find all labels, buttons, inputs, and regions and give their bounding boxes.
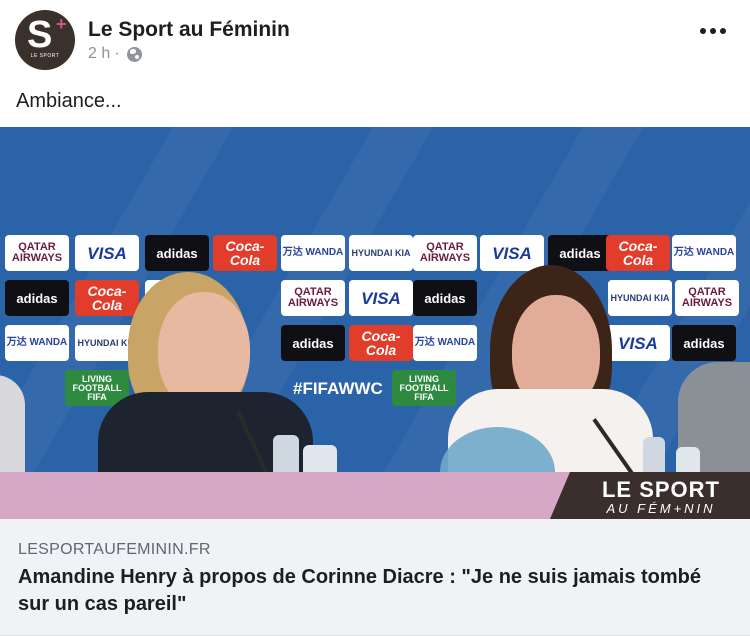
sponsor-logo: adidas: [145, 235, 209, 271]
link-preview-card[interactable]: LESPORTAUFEMININ.FR Amandine Henry à pro…: [0, 519, 750, 636]
sponsor-logo: 万达 WANDA: [281, 235, 345, 271]
sponsor-logo: QATAR AIRWAYS: [413, 235, 477, 271]
page-name-link[interactable]: Le Sport au Féminin: [88, 18, 290, 42]
sponsor-logo: HYUNDAI KIA: [608, 280, 672, 316]
hashtag-text: #FIFAWWC: [293, 379, 383, 398]
sponsor-logo: adidas: [281, 325, 345, 361]
more-dot: [700, 28, 706, 34]
sponsor-logo: Coca-Cola: [75, 280, 139, 316]
sponsor-logo: QATAR AIRWAYS: [675, 280, 739, 316]
sponsor-logo: Coca-Cola: [349, 325, 413, 361]
post-header: S + LE SPORT Le Sport au Féminin 2 h ·: [0, 0, 750, 80]
link-domain: LESPORTAUFEMININ.FR: [18, 541, 211, 558]
sponsor-logo: 万达 WANDA: [5, 325, 69, 361]
globe-icon: [126, 46, 142, 62]
more-dot: [710, 28, 716, 34]
page-avatar[interactable]: S + LE SPORT: [15, 10, 75, 70]
sponsor-logo: HYUNDAI KIA: [349, 235, 413, 271]
meta-separator: ·: [114, 45, 120, 62]
sponsor-logo: VISA: [480, 235, 544, 271]
link-title[interactable]: Amandine Henry à propos de Corinne Diacr…: [18, 564, 718, 618]
post-time[interactable]: 2 h: [88, 45, 110, 63]
sponsor-logo: LIVING FOOTBALL FIFA: [392, 370, 456, 406]
sponsor-logo: VISA: [606, 325, 670, 361]
avatar-caption: LE SPORT: [30, 53, 60, 59]
avatar-plus: +: [56, 14, 67, 34]
sponsor-logo: 万达 WANDA: [413, 325, 477, 361]
sponsor-logo: QATAR AIRWAYS: [5, 235, 69, 271]
brand-logo: LE SPORT AU FÉM+NIN: [550, 472, 750, 519]
more-options-icon[interactable]: [696, 24, 730, 38]
sponsor-logo: adidas: [672, 325, 736, 361]
sponsor-logo: adidas: [5, 280, 69, 316]
sponsor-logo: Coca-Cola: [606, 235, 670, 271]
sponsor-logo: 万达 WANDA: [672, 235, 736, 271]
sponsor-logo: VISA: [75, 235, 139, 271]
brand-line-2: AU FÉM+NIN: [606, 501, 716, 516]
sponsor-logo: adidas: [413, 280, 477, 316]
brand-line-1: LE SPORT: [601, 477, 720, 502]
post-meta: 2 h ·: [88, 45, 142, 63]
sponsor-logo: VISA: [349, 280, 413, 316]
more-dot: [720, 28, 726, 34]
sponsor-logo: Coca-Cola: [213, 235, 277, 271]
post-text: Ambiance...: [16, 90, 122, 112]
sponsor-logo: QATAR AIRWAYS: [281, 280, 345, 316]
avatar-letter: S: [27, 14, 53, 56]
link-preview-image[interactable]: QATAR AIRWAYS VISA adidas Coca-Cola 万达 W…: [0, 127, 750, 519]
